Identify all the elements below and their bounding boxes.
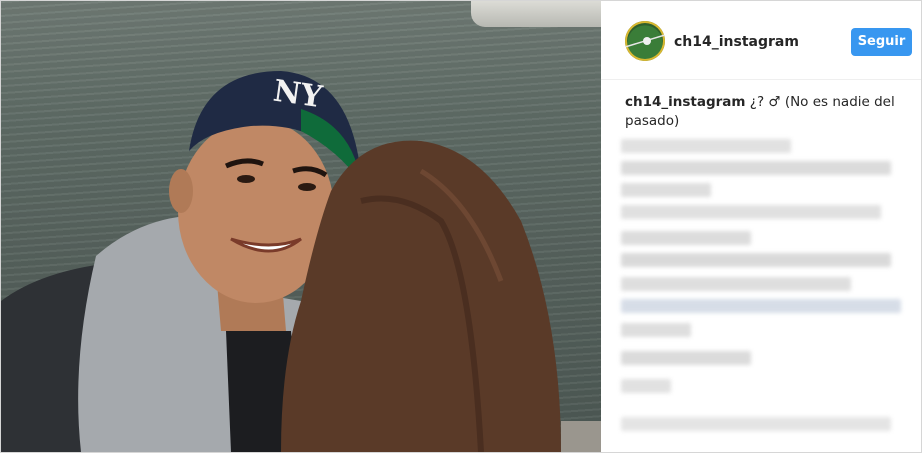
blur-line	[621, 253, 891, 267]
blur-line	[621, 277, 851, 291]
blur-line	[621, 379, 671, 393]
blur-line	[621, 299, 901, 313]
cap-logo: NY	[271, 74, 325, 116]
header-username[interactable]: ch14_instagram	[674, 34, 799, 50]
blur-line	[621, 323, 691, 337]
ear-shape	[169, 169, 193, 213]
blur-line	[621, 161, 891, 175]
blur-line	[621, 205, 881, 219]
post-sidebar: ch14_instagram Seguir ch14_instagram ¿? …	[601, 1, 921, 452]
blur-line	[621, 417, 891, 431]
avatar[interactable]	[625, 21, 665, 61]
blur-line	[621, 231, 751, 245]
follow-button[interactable]: Seguir	[851, 28, 912, 56]
post-caption: ch14_instagram ¿? ♂ (No es nadie del pas…	[625, 93, 905, 131]
instagram-post-card: NY ch14_instagram Seguir ch14_instagram …	[0, 0, 922, 453]
right-eye	[298, 183, 316, 191]
caption-username[interactable]: ch14_instagram	[625, 94, 746, 110]
post-header: ch14_instagram Seguir	[601, 1, 921, 80]
couple-selfie-illustration: NY	[1, 71, 601, 452]
left-eye	[237, 175, 255, 183]
avatar-field-icon	[625, 34, 665, 48]
blur-line	[621, 183, 711, 197]
stone-wall	[561, 421, 601, 452]
post-photo[interactable]: NY	[1, 1, 601, 452]
blur-line	[621, 139, 791, 153]
blur-line	[621, 351, 751, 365]
